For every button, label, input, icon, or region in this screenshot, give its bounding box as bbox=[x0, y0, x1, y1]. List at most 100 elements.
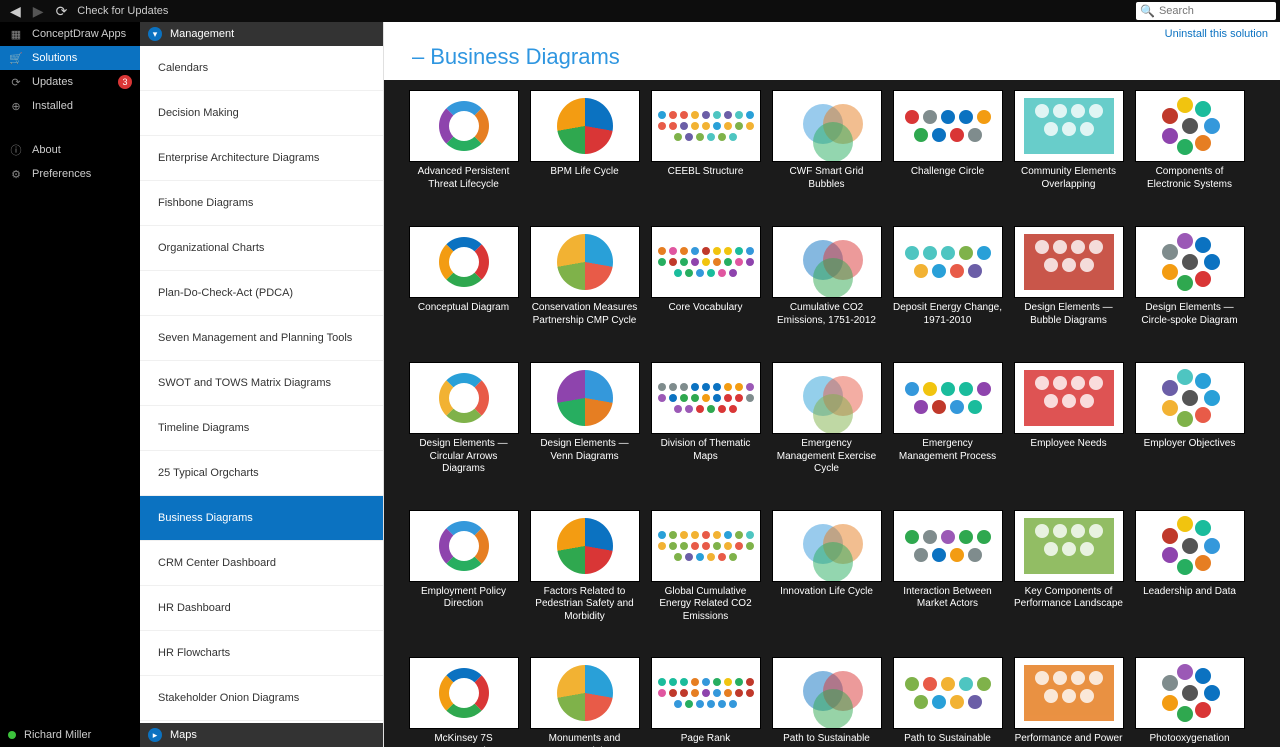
refresh-icon[interactable]: ⟳ bbox=[50, 3, 74, 20]
diagram-tile[interactable]: Cumulative CO2 Emissions, 1751-2012 bbox=[769, 226, 884, 356]
tile-label: Design Elements — Circle-spoke Diagram bbox=[1132, 298, 1247, 356]
diagram-tile[interactable]: Design Elements — Circle-spoke Diagram bbox=[1132, 226, 1247, 356]
nav-label: Solutions bbox=[32, 52, 77, 64]
diagram-tile[interactable]: Design Elements — Circular Arrows Diagra… bbox=[406, 362, 521, 504]
subcat-item[interactable]: Fishbone Diagrams bbox=[140, 181, 383, 226]
tile-label: Design Elements — Venn Diagrams bbox=[527, 434, 642, 492]
installed-icon: ⊕ bbox=[8, 100, 24, 113]
subcat-item[interactable]: CRM Center Dashboard bbox=[140, 541, 383, 586]
subcat-header-management[interactable]: ▾ Management bbox=[140, 22, 383, 46]
chevron-down-icon: ▾ bbox=[148, 27, 162, 41]
diagram-tile[interactable]: Performance and Power bbox=[1011, 657, 1126, 747]
diagram-tile[interactable]: Employee Needs bbox=[1011, 362, 1126, 504]
tile-thumbnail bbox=[772, 510, 882, 582]
tile-thumbnail bbox=[651, 657, 761, 729]
search-input[interactable] bbox=[1159, 5, 1259, 17]
content-title: –Business Diagrams bbox=[384, 44, 1280, 80]
diagram-tile[interactable]: Community Elements Overlapping bbox=[1011, 90, 1126, 220]
diagram-tile[interactable]: Emergency Management Exercise Cycle bbox=[769, 362, 884, 504]
subcat-item[interactable]: Decision Making bbox=[140, 91, 383, 136]
nav-updates[interactable]: ⟳ Updates 3 bbox=[0, 70, 140, 94]
diagram-tile[interactable]: Page Rank bbox=[648, 657, 763, 747]
grid-wrap[interactable]: Advanced Persistent Threat LifecycleBPM … bbox=[384, 80, 1280, 747]
diagram-tile[interactable]: Employment Policy Direction bbox=[406, 510, 521, 652]
nav-installed[interactable]: ⊕ Installed bbox=[0, 94, 140, 118]
main-layout: ▦ ConceptDraw Apps 🛒 Solutions ⟳ Updates… bbox=[0, 22, 1280, 747]
tile-label: Employment Policy Direction bbox=[406, 582, 521, 640]
info-icon: ⓘ bbox=[8, 142, 24, 158]
tile-thumbnail bbox=[651, 226, 761, 298]
diagram-tile[interactable]: Monuments and Memorials bbox=[527, 657, 642, 747]
diagram-tile[interactable]: Path to Sustainable bbox=[769, 657, 884, 747]
tile-thumbnail bbox=[409, 657, 519, 729]
diagram-tile[interactable]: Factors Related to Pedestrian Safety and… bbox=[527, 510, 642, 652]
uninstall-link[interactable]: Uninstall this solution bbox=[1165, 28, 1268, 40]
diagram-tile[interactable]: Design Elements — Venn Diagrams bbox=[527, 362, 642, 504]
nav-label: Updates bbox=[32, 76, 73, 88]
tile-thumbnail bbox=[409, 90, 519, 162]
search-box[interactable]: 🔍 bbox=[1136, 2, 1276, 20]
nav-label: ConceptDraw Apps bbox=[32, 28, 126, 40]
tile-label: Deposit Energy Change, 1971-2010 bbox=[890, 298, 1005, 356]
update-icon: ⟳ bbox=[8, 76, 24, 89]
tile-label: Factors Related to Pedestrian Safety and… bbox=[527, 582, 642, 652]
nav-preferences[interactable]: ⚙ Preferences bbox=[0, 162, 140, 186]
diagram-tile[interactable]: Global Cumulative Energy Related CO2 Emi… bbox=[648, 510, 763, 652]
subcat-item[interactable]: Plan-Do-Check-Act (PDCA) bbox=[140, 271, 383, 316]
diagram-tile[interactable]: Division of Thematic Maps bbox=[648, 362, 763, 504]
nav-conceptdraw-apps[interactable]: ▦ ConceptDraw Apps bbox=[0, 22, 140, 46]
diagram-tile[interactable]: BPM Life Cycle bbox=[527, 90, 642, 220]
back-icon[interactable]: ◀ bbox=[4, 3, 27, 20]
gear-icon: ⚙ bbox=[8, 168, 24, 181]
diagram-tile[interactable]: Challenge Circle bbox=[890, 90, 1005, 220]
tile-thumbnail bbox=[1014, 362, 1124, 434]
diagram-tile[interactable]: Innovation Life Cycle bbox=[769, 510, 884, 652]
top-bar: ◀ ▶ ⟳ Check for Updates 🔍 bbox=[0, 0, 1280, 22]
diagram-tile[interactable]: Leadership and Data bbox=[1132, 510, 1247, 652]
tile-thumbnail bbox=[530, 90, 640, 162]
subcat-item[interactable]: Organizational Charts bbox=[140, 226, 383, 271]
diagram-tile[interactable]: Emergency Management Process bbox=[890, 362, 1005, 504]
diagram-tile[interactable]: Employer Objectives bbox=[1132, 362, 1247, 504]
subcat-item[interactable]: Seven Management and Planning Tools bbox=[140, 316, 383, 361]
diagram-tile[interactable]: Conservation Measures Partnership CMP Cy… bbox=[527, 226, 642, 356]
subcat-item[interactable]: Enterprise Architecture Diagrams bbox=[140, 136, 383, 181]
diagram-tile[interactable]: Deposit Energy Change, 1971-2010 bbox=[890, 226, 1005, 356]
diagram-tile[interactable]: Components of Electronic Systems bbox=[1132, 90, 1247, 220]
tile-thumbnail bbox=[772, 90, 882, 162]
nav-user[interactable]: Richard Miller bbox=[0, 723, 140, 747]
subcat-header-maps[interactable]: ▸ Maps bbox=[140, 723, 383, 747]
diagram-tile[interactable]: Key Components of Performance Landscape bbox=[1011, 510, 1126, 652]
tile-label: Emergency Management Process bbox=[890, 434, 1005, 492]
diagram-tile[interactable]: Core Vocabulary bbox=[648, 226, 763, 356]
diagram-tile[interactable]: Conceptual Diagram bbox=[406, 226, 521, 356]
diagram-tile[interactable]: Photooxygenation bbox=[1132, 657, 1247, 747]
diagram-tile[interactable]: Interaction Between Market Actors bbox=[890, 510, 1005, 652]
subcat-item[interactable]: Calendars bbox=[140, 46, 383, 91]
subcat-item[interactable]: Timeline Diagrams bbox=[140, 406, 383, 451]
tile-label: Conservation Measures Partnership CMP Cy… bbox=[527, 298, 642, 356]
subcat-item[interactable]: HR Flowcharts bbox=[140, 631, 383, 676]
diagram-tile[interactable]: Advanced Persistent Threat Lifecycle bbox=[406, 90, 521, 220]
tile-thumbnail bbox=[1014, 90, 1124, 162]
nav-label: Installed bbox=[32, 100, 73, 112]
nav-label: About bbox=[32, 144, 61, 156]
diagram-tile[interactable]: Design Elements — Bubble Diagrams bbox=[1011, 226, 1126, 356]
subcat-list: CalendarsDecision MakingEnterprise Archi… bbox=[140, 46, 383, 723]
tile-thumbnail bbox=[1014, 657, 1124, 729]
tile-label: CEEBL Structure bbox=[666, 162, 746, 220]
diagram-tile[interactable]: McKinsey 7S Framework bbox=[406, 657, 521, 747]
subcat-item[interactable]: Stakeholder Onion Diagrams bbox=[140, 676, 383, 721]
subcat-header-label: Maps bbox=[170, 729, 197, 741]
nav-about[interactable]: ⓘ About bbox=[0, 138, 140, 162]
diagram-tile[interactable]: CWF Smart Grid Bubbles bbox=[769, 90, 884, 220]
subcat-item[interactable]: HR Dashboard bbox=[140, 586, 383, 631]
subcat-item[interactable]: 25 Typical Orgcharts bbox=[140, 451, 383, 496]
subcat-item[interactable]: Business Diagrams bbox=[140, 496, 383, 541]
diagram-tile[interactable]: CEEBL Structure bbox=[648, 90, 763, 220]
tile-label: Page Rank bbox=[679, 729, 732, 747]
nav-solutions[interactable]: 🛒 Solutions bbox=[0, 46, 140, 70]
diagram-tile[interactable]: Path to Sustainable bbox=[890, 657, 1005, 747]
check-updates-link[interactable]: Check for Updates bbox=[77, 5, 168, 17]
subcat-item[interactable]: SWOT and TOWS Matrix Diagrams bbox=[140, 361, 383, 406]
